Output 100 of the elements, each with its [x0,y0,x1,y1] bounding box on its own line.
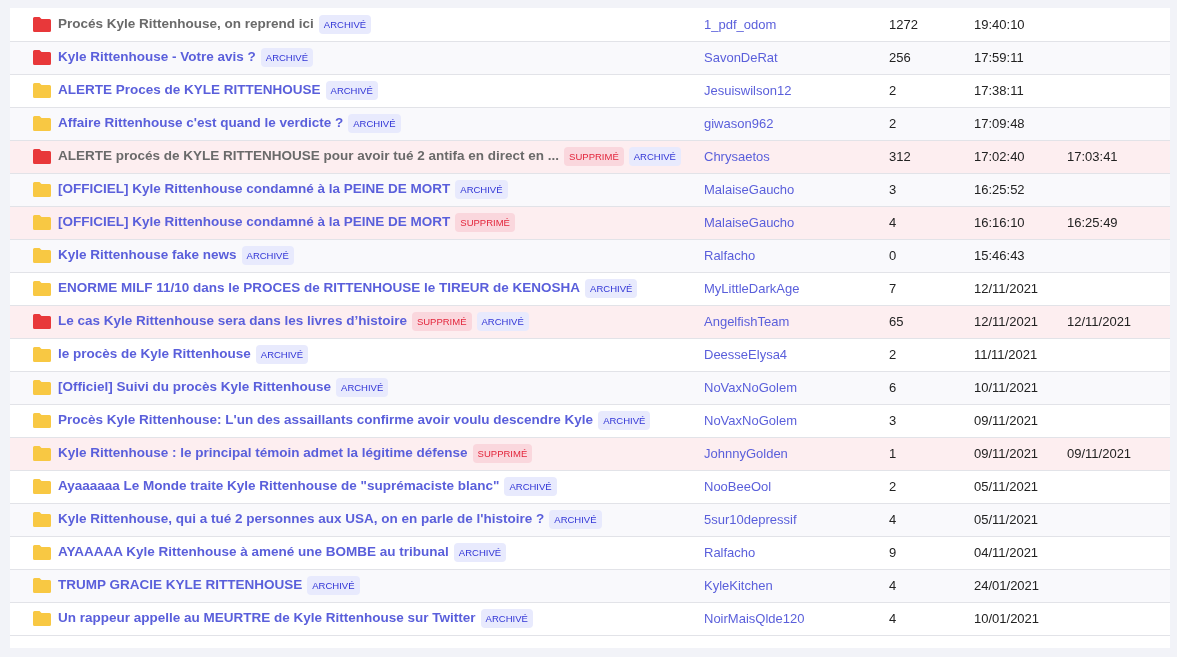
archived-tag: ARCHIVÉ [453,543,507,563]
topic-link[interactable]: ENORME MILF 11/10 dans le PROCES de RITTENHOUSE le TIREUR de KENOSHA [58,280,581,296]
reply-count: 1 [889,445,897,461]
topic-link[interactable]: le procès de Kyle Rittenhouse [58,346,251,362]
archived-tag: ARCHIVÉ [260,48,314,68]
last-message-date: 15:46:43 [974,247,1025,263]
last-message-date: 12/11/2021 [974,313,1039,329]
author-link[interactable]: 1_pdf_odom [704,16,777,32]
reply-count: 4 [889,610,897,626]
deletion-date: 16:25:49 [1067,214,1118,230]
topic-link[interactable]: Kyle Rittenhouse - Votre avis ? [58,49,256,65]
reply-count: 2 [889,346,897,362]
topic-link[interactable]: Kyle Rittenhouse, qui a tué 2 personnes aux USA, on en parle de l'histoire ? [58,511,545,527]
last-message-date: 16:16:10 [974,214,1025,230]
last-message-date: 04/11/2021 [974,544,1039,560]
last-message-date: 19:40:10 [974,16,1025,32]
author-link[interactable]: NooBeeOol [704,478,772,494]
topic-link[interactable]: ALERTE procés de KYLE RITTENHOUSE pour avoir tué 2 antifa en direct en ... [58,148,560,164]
author-link[interactable]: MyLittleDarkAge [704,280,800,296]
reply-count: 256 [889,49,911,65]
topic-link[interactable]: Procès Kyle Rittenhouse: L'un des assaillants confirme avoir voulu descendre Kyle [58,412,594,428]
topic-link[interactable]: AYAAAAA Kyle Rittenhouse à amené une BOMBE au tribunal [58,544,449,560]
topic-link[interactable]: Un rappeur appelle au MEURTRE de Kyle Rittenhouse sur Twitter [58,610,476,626]
reply-count: 4 [889,577,897,593]
author-link[interactable]: AngelfishTeam [704,313,790,329]
topic-link[interactable]: [OFFICIEL] Kyle Rittenhouse condamné à la PEINE DE MORT [58,181,451,197]
topic-link[interactable]: Le cas Kyle Rittenhouse sera dans les livres d’histoire [58,313,407,329]
last-message-date: 05/11/2021 [974,511,1039,527]
archived-tag: ARCHIVÉ [241,246,294,266]
author-link[interactable]: NoVaxNoGolem [704,379,797,395]
archived-tag: ARCHIVÉ [336,378,389,398]
author-link[interactable]: MalaiseGaucho [704,181,795,197]
last-message-date: 10/11/2021 [974,379,1039,395]
reply-count: 6 [889,379,897,395]
last-message-date: 11/11/2021 [974,346,1038,362]
archived-tag: ARCHIVÉ [318,15,372,35]
archived-tag: ARCHIVÉ [476,312,529,332]
author-link[interactable]: NoirMaisQlde120 [704,610,805,626]
reply-count: 312 [889,148,911,164]
topic-link[interactable]: Procés Kyle Rittenhouse, on reprend ici [58,16,314,32]
archived-tag: ARCHIVÉ [255,345,309,365]
author-link[interactable]: DeesseElysa4 [704,346,788,362]
last-message-date: 10/01/2021 [974,610,1040,626]
reply-count: 2 [889,82,897,98]
author-link[interactable]: 5sur10depressif [704,511,797,527]
deleted-tag: SUPPRIMÉ [564,147,624,167]
reply-count: 4 [889,511,897,527]
topic-link[interactable]: [Officiel] Suivi du procès Kyle Rittenhouse [58,379,332,395]
archived-tag: ARCHIVÉ [628,147,681,167]
reply-count: 1272 [889,16,918,32]
author-link[interactable]: Ralfacho [704,544,756,560]
deletion-date: 17:03:41 [1067,148,1118,164]
archived-tag: ARCHIVÉ [325,81,378,101]
topic-link[interactable]: Kyle Rittenhouse : le principal témoin admet la légitime défense [58,445,468,461]
author-link[interactable]: giwason962 [704,115,774,131]
archived-tag: ARCHIVÉ [480,609,533,629]
deleted-tag: SUPPRIMÉ [455,213,515,233]
author-link[interactable]: KyleKitchen [704,577,773,593]
topic-link[interactable]: ALERTE Proces de KYLE RITTENHOUSE [58,82,321,98]
deletion-date: 09/11/2021 [1067,445,1132,461]
author-link[interactable]: Jesuiswilson12 [704,82,792,98]
topic-link[interactable]: [OFFICIEL] Kyle Rittenhouse condamné à la PEINE DE MORT [58,214,451,230]
archived-tag: ARCHIVÉ [598,411,651,431]
reply-count: 2 [889,478,897,494]
deletion-date: 12/11/2021 [1067,313,1132,329]
author-link[interactable]: MalaiseGaucho [704,214,795,230]
author-link[interactable]: SavonDeRat [704,49,778,65]
author-link[interactable]: Chrysaetos [704,148,770,164]
reply-count: 2 [889,115,897,131]
reply-count: 7 [889,280,897,296]
last-message-date: 12/11/2021 [974,280,1039,296]
reply-count: 3 [889,181,897,197]
last-message-date: 09/11/2021 [974,445,1039,461]
archived-tag: ARCHIVÉ [504,477,557,497]
reply-count: 65 [889,313,904,329]
reply-count: 0 [889,247,897,263]
topic-link[interactable]: TRUMP GRACIE KYLE RITTENHOUSE [58,577,303,593]
reply-count: 3 [889,412,897,428]
last-message-date: 17:59:11 [974,49,1024,65]
last-message-date: 05/11/2021 [974,478,1039,494]
archived-tag: ARCHIVÉ [549,510,602,530]
last-message-date: 16:25:52 [974,181,1025,197]
last-message-date: 17:09:48 [974,115,1025,131]
last-message-date: 24/01/2021 [974,577,1040,593]
last-message-date: 17:38:11 [974,82,1024,98]
author-link[interactable]: Ralfacho [704,247,756,263]
last-message-date: 09/11/2021 [974,412,1039,428]
topic-link[interactable]: Kyle Rittenhouse fake news [58,247,237,263]
topic-link[interactable]: Ayaaaaaa Le Monde traite Kyle Rittenhouse de "suprémaciste blanc" [58,478,500,494]
archived-tag: ARCHIVÉ [585,279,638,299]
archived-tag: ARCHIVÉ [348,114,401,134]
archived-tag: ARCHIVÉ [307,576,360,596]
topic-link[interactable]: Affaire Rittenhouse c'est quand le verdicte ? [58,115,344,131]
reply-count: 9 [889,544,897,560]
reply-count: 4 [889,214,897,230]
deleted-tag: SUPPRIMÉ [472,444,533,464]
last-message-date: 17:02:40 [974,148,1025,164]
deleted-tag: SUPPRIMÉ [411,312,472,332]
author-link[interactable]: NoVaxNoGolem [704,412,797,428]
author-link[interactable]: JohnnyGolden [704,445,788,461]
